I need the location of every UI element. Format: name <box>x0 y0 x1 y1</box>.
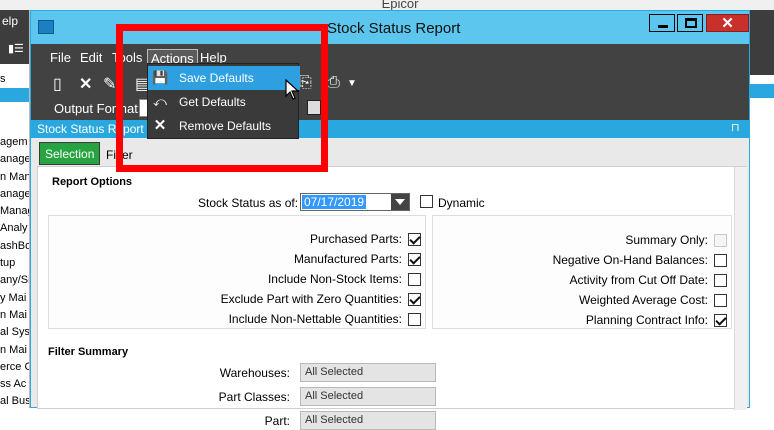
filter-summary-title: Filter Summary <box>48 346 129 358</box>
right-option-checkbox[interactable] <box>714 274 727 287</box>
background-right-pane <box>750 10 774 408</box>
background-nav-item[interactable]: any/Si <box>0 272 29 289</box>
mouse-cursor-icon <box>285 79 299 100</box>
background-nav-item[interactable]: n Man <box>0 169 29 186</box>
new-document-icon[interactable]: ▯ <box>53 74 62 94</box>
close-button[interactable]: ✕ <box>706 14 749 32</box>
selection-panel: Report Options Stock Status as of: 07/17… <box>37 166 747 430</box>
filter-summary-label: Warehouses: <box>219 366 290 380</box>
tab-selection[interactable]: Selection <box>39 142 101 165</box>
left-option-checkbox[interactable] <box>408 233 421 246</box>
window-title: Stock Status Report <box>327 20 461 37</box>
menu-edit[interactable]: Edit <box>77 49 105 66</box>
pin-icon[interactable]: ⊓ <box>731 121 740 134</box>
background-nav-list: agemanagen MananageManagAnalyashBotupany… <box>0 134 29 408</box>
background-toolbar-icon: ▮☰ <box>8 43 24 55</box>
background-nav-item[interactable]: y Mai <box>0 290 29 307</box>
left-option-label: Include Non-Nettable Quantities: <box>228 312 402 326</box>
left-option-checkbox[interactable] <box>408 313 421 326</box>
background-tab-bar <box>0 88 29 102</box>
background-right-bar <box>750 84 774 98</box>
chevron-down-icon <box>395 199 405 205</box>
clear-icon[interactable]: ✎ <box>103 74 116 94</box>
right-option-checkbox <box>714 234 727 247</box>
stock-status-label: Stock Status as of: <box>198 196 299 210</box>
attachment-icon[interactable]: ⎙ <box>327 74 340 92</box>
filter-summary-value: All Selected <box>300 387 436 406</box>
right-option-label: Negative On-Hand Balances: <box>552 253 708 267</box>
delete-icon[interactable]: ✕ <box>79 74 92 94</box>
background-nav-item[interactable]: Analy <box>0 220 29 237</box>
minimize-icon <box>658 25 668 28</box>
background-nav-item[interactable]: Manag <box>0 203 29 220</box>
filter-summary-label: Part Classes: <box>218 390 290 404</box>
right-option-label: Summary Only: <box>625 233 708 247</box>
background-left-pane: elp ▮☰ s agemanagen MananageManagAnalyas… <box>0 10 30 408</box>
left-option-label: Manufactured Parts: <box>293 252 402 266</box>
background-menu-strip: elp ▮☰ <box>0 10 29 64</box>
background-nav-item[interactable]: anage <box>0 151 29 168</box>
background-nav-item[interactable]: anage <box>0 186 29 203</box>
left-option-label: Purchased Parts: <box>309 232 402 246</box>
minimize-button[interactable] <box>649 14 675 32</box>
left-option-checkbox[interactable] <box>408 273 421 286</box>
right-option-checkbox[interactable] <box>714 294 727 307</box>
stock-status-date-value: 07/17/2019 <box>302 195 367 209</box>
background-nav-item[interactable]: n Mai <box>0 342 29 359</box>
background-nav-item[interactable]: tup <box>0 255 29 272</box>
maximize-icon <box>685 18 697 28</box>
left-option-label: Include Non-Stock Items: <box>267 272 402 286</box>
background-nav-item[interactable]: al Sys <box>0 324 29 341</box>
app-icon <box>38 20 54 34</box>
right-option-checkbox[interactable] <box>714 314 727 327</box>
filter-summary-value: All Selected <box>300 411 436 430</box>
right-option-checkbox[interactable] <box>714 254 727 267</box>
maximize-button[interactable] <box>677 14 703 32</box>
background-nav-item[interactable]: ashBo <box>0 238 29 255</box>
background-nav-item[interactable]: n Mai <box>0 307 29 324</box>
background-right-strip <box>750 10 774 75</box>
left-option-checkbox[interactable] <box>408 253 421 266</box>
background-nav-item[interactable]: erce C <box>0 359 29 376</box>
left-option-checkbox[interactable] <box>408 293 421 306</box>
background-nav-item[interactable]: agem <box>0 134 29 151</box>
dynamic-checkbox[interactable] <box>420 195 433 208</box>
report-options-title: Report Options <box>52 176 133 188</box>
background-nav-item[interactable]: ss Ac <box>0 376 29 393</box>
filter-summary-value: All Selected <box>300 363 436 382</box>
stock-status-date-input[interactable]: 07/17/2019 <box>300 193 410 211</box>
dynamic-label: Dynamic <box>438 196 485 210</box>
menu-file[interactable]: File <box>47 49 74 66</box>
filter-summary-label: Part: <box>264 414 290 428</box>
background-menu-help[interactable]: elp <box>2 14 18 28</box>
close-icon: ✕ <box>721 15 734 32</box>
right-option-label: Activity from Cut Off Date: <box>569 273 708 287</box>
chevron-down-icon[interactable]: ▼ <box>347 78 357 89</box>
date-dropdown-button[interactable] <box>391 194 409 210</box>
right-option-label: Planning Contract Info: <box>585 313 708 327</box>
vertical-scrollbar[interactable] <box>734 167 747 410</box>
background-nav-item[interactable]: al Bus <box>0 393 29 408</box>
left-option-label: Exclude Part with Zero Quantities: <box>220 292 402 306</box>
right-option-label: Weighted Average Cost: <box>579 293 708 307</box>
